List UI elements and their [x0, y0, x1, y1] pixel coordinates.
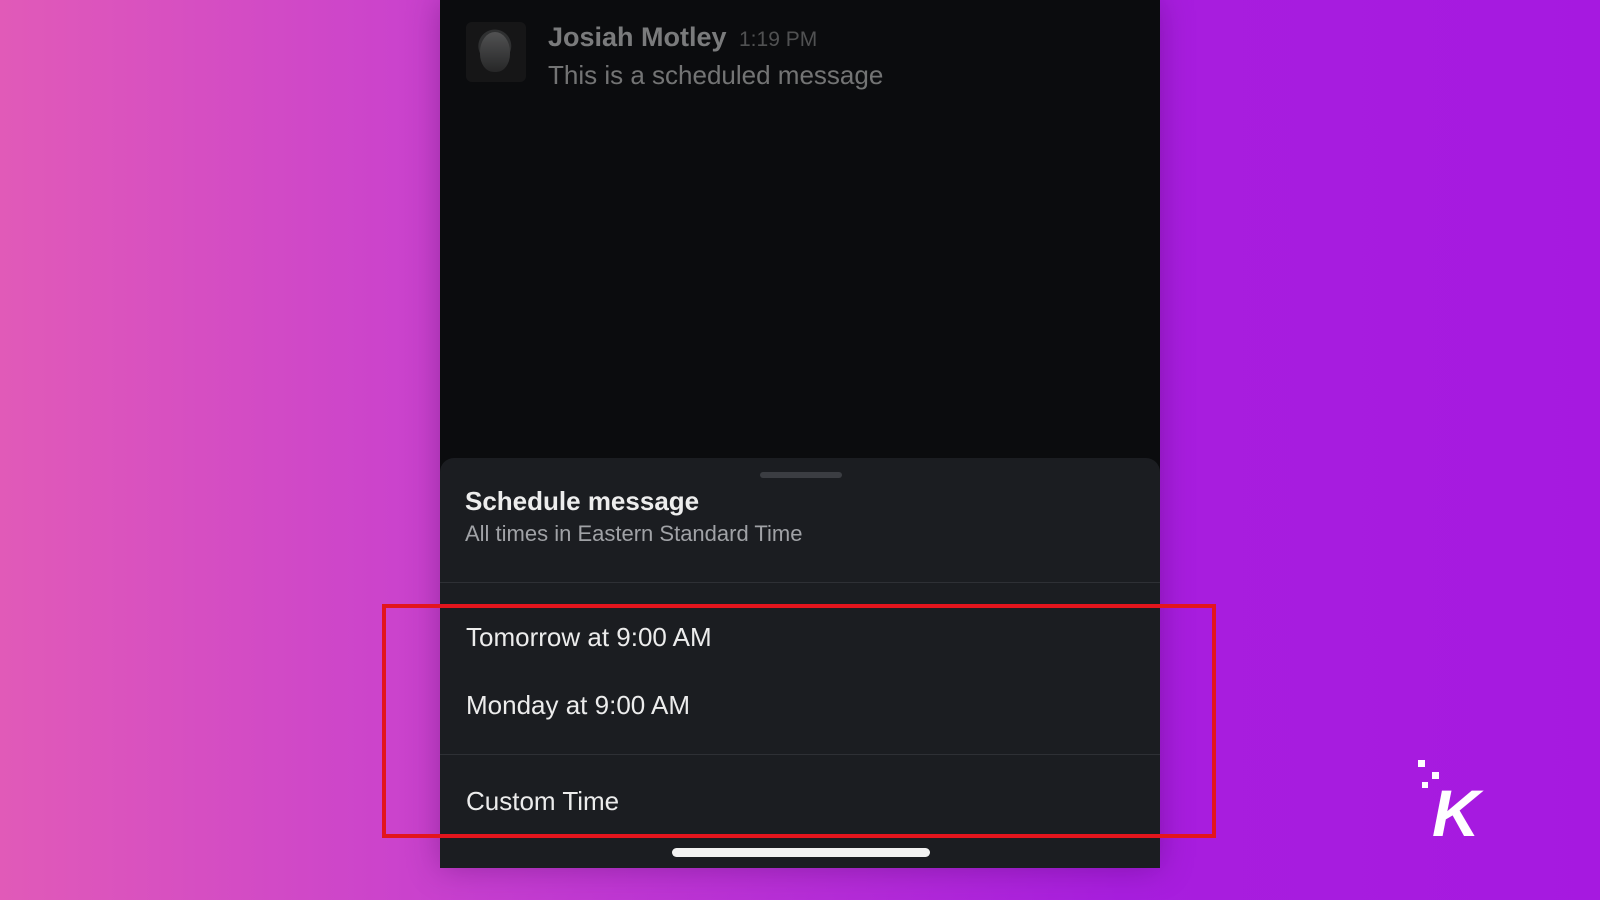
- divider: [440, 582, 1160, 583]
- message-timestamp: 1:19 PM: [739, 28, 818, 51]
- logo-pixel: [1418, 760, 1425, 767]
- option-custom-time[interactable]: Custom Time: [466, 786, 619, 817]
- logo-pixel: [1422, 782, 1428, 788]
- option-tomorrow-9am[interactable]: Tomorrow at 9:00 AM: [466, 622, 712, 653]
- sheet-subtitle: All times in Eastern Standard Time: [465, 521, 803, 546]
- home-indicator[interactable]: [672, 848, 930, 857]
- sender-name[interactable]: Josiah Motley: [548, 22, 727, 52]
- logo-letter: K: [1432, 776, 1484, 840]
- schedule-message-sheet: Schedule message All times in Eastern St…: [440, 458, 1160, 868]
- divider: [440, 754, 1160, 755]
- avatar-photo: [480, 32, 510, 72]
- message-header: Josiah Motley 1:19 PM: [548, 22, 817, 53]
- phone-screen: Josiah Motley 1:19 PM This is a schedule…: [440, 0, 1160, 868]
- sheet-drag-handle[interactable]: [760, 472, 842, 478]
- k-logo-icon: K: [1418, 760, 1484, 840]
- sheet-title: Schedule message: [465, 486, 700, 516]
- message-text: This is a scheduled message: [548, 60, 884, 90]
- option-monday-9am[interactable]: Monday at 9:00 AM: [466, 690, 690, 721]
- avatar[interactable]: [466, 22, 526, 82]
